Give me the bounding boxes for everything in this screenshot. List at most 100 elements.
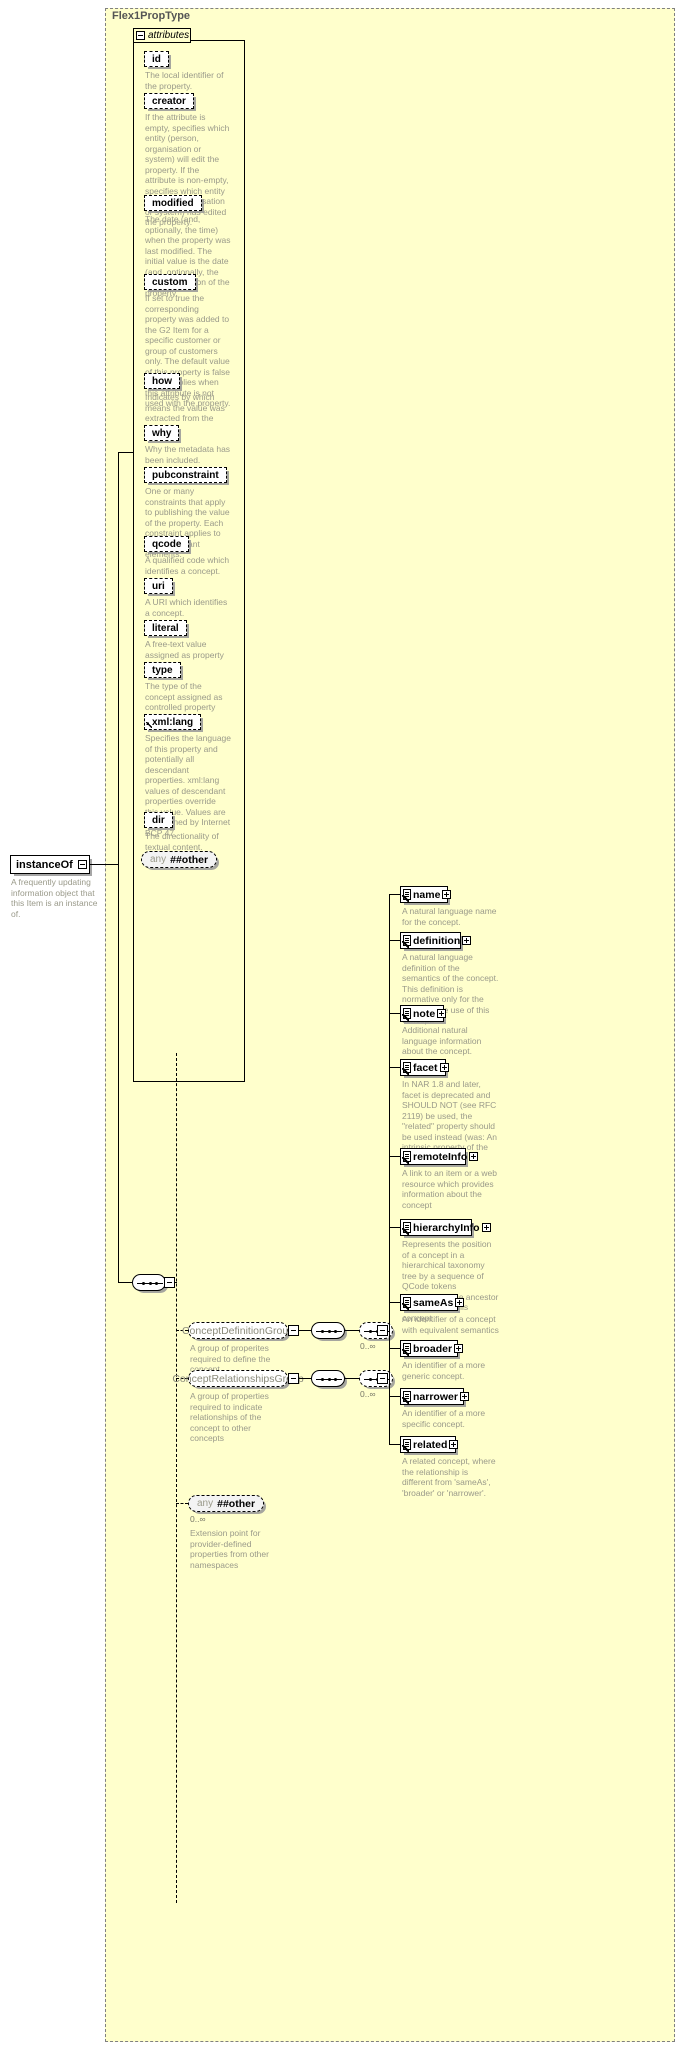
namespace-label: ##other <box>170 853 209 866</box>
collapse-icon[interactable] <box>136 31 145 40</box>
crg-children-spine <box>389 1302 390 1444</box>
attribute-dir[interactable]: dir <box>144 812 173 828</box>
element-label: note <box>413 1007 436 1020</box>
element-broader[interactable]: broader <box>400 1340 464 1357</box>
attribute-modified[interactable]: modified <box>144 195 202 211</box>
element-narrower[interactable]: narrower <box>400 1388 469 1405</box>
attribute-dir-description: The directionality of textual content. <box>145 831 219 852</box>
expand-icon[interactable] <box>459 1392 469 1401</box>
attribute-xml-lang[interactable]: xml:lang <box>144 714 202 730</box>
sequence-dots <box>321 1329 337 1334</box>
expand-icon[interactable] <box>455 1298 465 1307</box>
type-title: Flex1PropType <box>112 10 191 22</box>
expand-icon[interactable] <box>442 890 452 899</box>
collapse-icon[interactable] <box>78 860 87 869</box>
attributes-label: attributes <box>148 30 190 41</box>
sequence-dots <box>321 1377 337 1382</box>
sequence-dots <box>142 1281 158 1286</box>
element-note[interactable]: note <box>400 1005 447 1022</box>
attribute-creator[interactable]: creator <box>144 93 194 109</box>
expand-icon[interactable] <box>437 1009 447 1018</box>
reference-icon <box>402 1349 409 1356</box>
element-instanceof[interactable]: instanceOf <box>10 855 90 874</box>
element-label: instanceOf <box>16 858 73 871</box>
occurs-extension-any: 0..∞ <box>190 1514 206 1524</box>
reference-icon <box>402 1228 409 1235</box>
attributes-header[interactable]: attributes <box>133 28 191 43</box>
element-definition[interactable]: definition <box>400 932 472 949</box>
element-related-description: A related concept, where the relationshi… <box>402 1456 496 1498</box>
choice-expand-box-conceptdefinition[interactable] <box>377 1325 388 1336</box>
sequence-compositor-main[interactable] <box>132 1274 166 1291</box>
attribute-type[interactable]: type <box>144 662 181 678</box>
attribute-how[interactable]: how <box>144 373 180 389</box>
element-sameas[interactable]: sameAs <box>400 1294 465 1311</box>
sequence-compositor-conceptrelationships[interactable] <box>311 1370 345 1387</box>
group-conceptrelationshipsgroup-description: A group of properties required to indica… <box>190 1391 269 1443</box>
attribute-uri[interactable]: uri <box>144 578 173 594</box>
element-hierarchyinfo[interactable]: hierarchyInfo <box>400 1219 491 1236</box>
group-label: ConceptRelationshipsGroup <box>172 1372 304 1385</box>
occurs-conceptrelationshipsgroup: 0..∞ <box>360 1389 376 1399</box>
connector-child-sameas <box>389 1302 400 1303</box>
element-label: definition <box>413 934 461 947</box>
attribute-id[interactable]: id <box>144 51 169 67</box>
reference-icon <box>402 1397 409 1404</box>
attribute-literal[interactable]: literal <box>144 620 187 636</box>
expand-icon[interactable] <box>449 1440 459 1449</box>
attribute-label: literal <box>152 622 179 634</box>
crg-children-spine-stub <box>389 1378 390 1379</box>
element-label: broader <box>413 1342 453 1355</box>
connector-child-related <box>389 1444 400 1445</box>
element-facet[interactable]: facet <box>400 1059 449 1076</box>
expand-icon[interactable] <box>439 1063 449 1072</box>
element-label: narrower <box>413 1390 458 1403</box>
attribute-qcode[interactable]: qcode <box>144 536 190 552</box>
element-remoteinfo[interactable]: remoteInfo <box>400 1148 479 1165</box>
connector-child-name <box>389 894 400 895</box>
attributes-any-other[interactable]: any ##other <box>141 851 218 868</box>
extension-any-other[interactable]: any ##other <box>188 1495 265 1512</box>
sequence-compositor-conceptdefinition[interactable] <box>311 1322 345 1339</box>
expand-icon[interactable] <box>454 1344 464 1353</box>
reference-icon <box>402 1068 409 1075</box>
reference-icon <box>402 1445 409 1452</box>
reference-icon <box>402 941 409 948</box>
group-expand-box-conceptrelationshipsgroup[interactable] <box>288 1373 299 1384</box>
group-conceptdefinitiongroup[interactable]: ConceptDefinitionGroup <box>182 1322 294 1339</box>
namespace-label: ##other <box>217 1497 256 1510</box>
element-instanceof-description: A frequently updating information object… <box>11 877 98 919</box>
choice-expand-box-conceptrelationships[interactable] <box>377 1373 388 1384</box>
attribute-why[interactable]: why <box>144 425 180 441</box>
attribute-label: xml:lang <box>152 716 194 728</box>
sequence-expand-box[interactable] <box>164 1277 175 1288</box>
attribute-label: how <box>152 375 172 387</box>
any-label: any <box>150 854 167 865</box>
element-label: sameAs <box>413 1296 454 1309</box>
attribute-pubconstraint[interactable]: pubconstraint <box>144 467 227 483</box>
connector-child-facet <box>389 1067 400 1068</box>
expand-icon[interactable] <box>469 1152 479 1161</box>
element-name[interactable]: name <box>400 886 452 903</box>
occurs-conceptdefinitiongroup: 0..∞ <box>360 1341 376 1351</box>
element-note-description: Additional natural language information … <box>402 1025 482 1056</box>
group-expand-box-conceptdefinitiongroup[interactable] <box>288 1325 299 1336</box>
branch-stub-sequence <box>175 1282 177 1283</box>
cdg-children-spine <box>389 894 390 1330</box>
element-label: hierarchyInfo <box>413 1221 480 1234</box>
element-broader-description: An identifier of a more generic concept. <box>402 1360 486 1381</box>
attribute-label: pubconstraint <box>152 469 219 481</box>
element-name-description: A natural language name for the concept. <box>402 906 497 927</box>
expand-icon[interactable] <box>481 1223 491 1232</box>
element-related[interactable]: related <box>400 1436 459 1453</box>
attribute-id-description: The local identifier of the property. <box>145 70 224 91</box>
attribute-why-description: Why the metadata has been included. <box>145 444 231 465</box>
expand-icon[interactable] <box>462 936 472 945</box>
group-conceptrelationshipsgroup[interactable]: ConceptRelationshipsGroup <box>172 1370 304 1387</box>
connector-spine-left <box>118 452 119 1282</box>
attribute-label: type <box>152 664 173 676</box>
attribute-label: why <box>152 427 172 439</box>
any-label: any <box>197 1498 214 1509</box>
connector-instanceof <box>90 864 118 865</box>
attribute-custom[interactable]: custom <box>144 274 196 290</box>
